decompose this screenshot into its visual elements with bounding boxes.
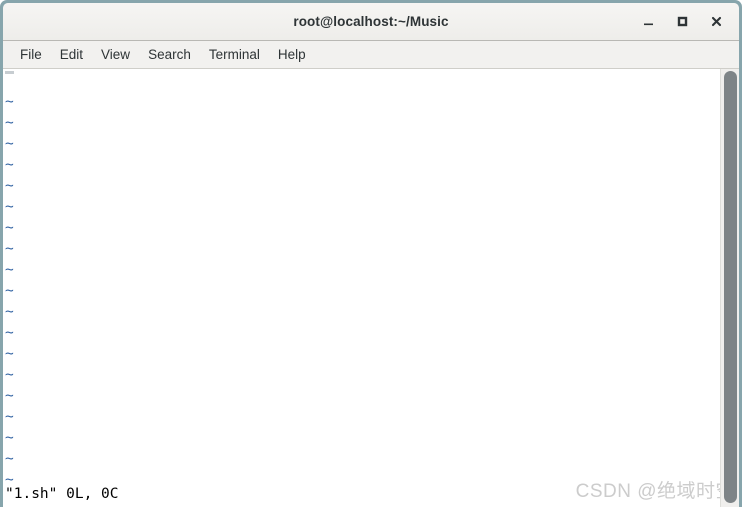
terminal-line: ~ [5,218,720,239]
vim-tilde: ~ [5,220,14,236]
terminal-line: ~ [5,155,720,176]
vim-tilde: ~ [5,304,14,320]
vim-tilde: ~ [5,388,14,404]
vim-tilde: ~ [5,451,14,467]
terminal-line: ~ [5,113,720,134]
vim-tilde: ~ [5,178,14,194]
vim-tilde: ~ [5,367,14,383]
terminal-line: ~ [5,323,720,344]
terminal-line: ~ [5,92,720,113]
maximize-button[interactable] [665,7,699,37]
vim-tilde: ~ [5,262,14,278]
vim-tilde: ~ [5,157,14,173]
minimize-icon [643,23,653,26]
vim-tilde: ~ [5,409,14,425]
menu-bar: File Edit View Search Terminal Help [3,41,739,69]
text-cursor [5,71,14,74]
maximize-icon [677,16,687,27]
terminal-line: ~ [5,281,720,302]
vim-tilde: ~ [5,430,14,446]
menu-item-search[interactable]: Search [139,44,200,65]
vim-tilde: ~ [5,199,14,215]
menu-item-help[interactable]: Help [269,44,315,65]
terminal-line: ~ [5,197,720,218]
vim-tilde: ~ [5,241,14,257]
terminal-line: ~ [5,407,720,428]
terminal-line: ~ [5,449,720,470]
vim-tilde: ~ [5,94,14,110]
terminal-line: ~ [5,134,720,155]
vim-tilde: ~ [5,325,14,341]
vim-tilde: ~ [5,115,14,131]
terminal-line: ~ [5,239,720,260]
terminal-line: ~ [5,344,720,365]
terminal-buffer: ~ ~ ~ ~ ~ ~ ~ ~ ~ ~ ~ ~ ~ ~ ~ ~ ~ ~ ~ [5,71,720,491]
vim-status-line: "1.sh" 0L, 0C [5,486,119,502]
scrollbar[interactable] [720,69,739,507]
terminal-line: ~ [5,428,720,449]
close-icon [711,16,721,27]
minimize-button[interactable] [631,7,665,37]
terminal-line: ~ [5,386,720,407]
scrollbar-thumb[interactable] [724,71,737,503]
close-button[interactable] [699,7,733,37]
terminal-line: ~ [5,302,720,323]
terminal-window: root@localhost:~/Music File Edit View Se… [0,0,742,507]
terminal-line: ~ [5,365,720,386]
vim-tilde: ~ [5,283,14,299]
terminal-line: ~ [5,260,720,281]
menu-item-view[interactable]: View [92,44,139,65]
vim-tilde: ~ [5,136,14,152]
menu-item-file[interactable]: File [11,44,51,65]
vim-tilde: ~ [5,346,14,362]
menu-item-edit[interactable]: Edit [51,44,92,65]
window-inner: root@localhost:~/Music File Edit View Se… [3,3,739,507]
terminal-area[interactable]: ~ ~ ~ ~ ~ ~ ~ ~ ~ ~ ~ ~ ~ ~ ~ ~ ~ ~ ~ "1.sh" 0L, 0C CSDN @… [3,69,739,507]
window-controls [631,3,733,40]
menu-item-terminal[interactable]: Terminal [200,44,269,65]
terminal-line: ~ [5,176,720,197]
window-title: root@localhost:~/Music [293,14,449,29]
terminal-screen[interactable]: ~ ~ ~ ~ ~ ~ ~ ~ ~ ~ ~ ~ ~ ~ ~ ~ ~ ~ ~ "1.sh" 0L, 0C [3,69,720,507]
title-bar[interactable]: root@localhost:~/Music [3,3,739,41]
